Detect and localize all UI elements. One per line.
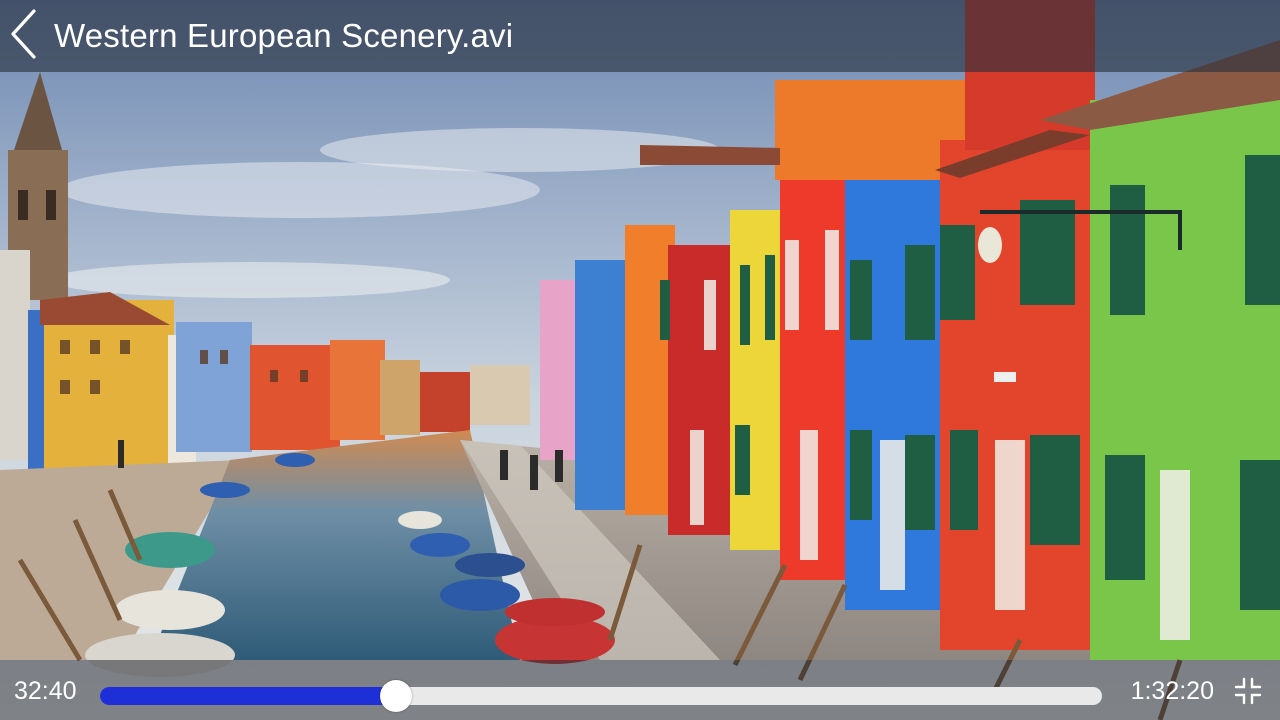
elapsed-time: 32:40 — [14, 677, 77, 705]
fullscreen-button[interactable] — [1234, 677, 1262, 705]
video-frame[interactable] — [0, 0, 1280, 720]
back-button[interactable] — [0, 0, 48, 72]
total-duration: 1:32:20 — [1130, 677, 1214, 705]
video-player[interactable]: Western European Scenery.avi 32:40 1:32:… — [0, 0, 1280, 720]
chevron-left-icon — [9, 8, 39, 65]
seek-bar[interactable] — [100, 680, 1102, 712]
playback-controls: 32:40 1:32:20 — [0, 660, 1280, 720]
seek-bar-progress — [100, 687, 396, 705]
top-bar: Western European Scenery.avi — [0, 0, 1280, 72]
seek-bar-thumb[interactable] — [379, 680, 412, 712]
video-title: Western European Scenery.avi — [54, 17, 514, 54]
fullscreen-exit-icon — [1234, 677, 1262, 709]
